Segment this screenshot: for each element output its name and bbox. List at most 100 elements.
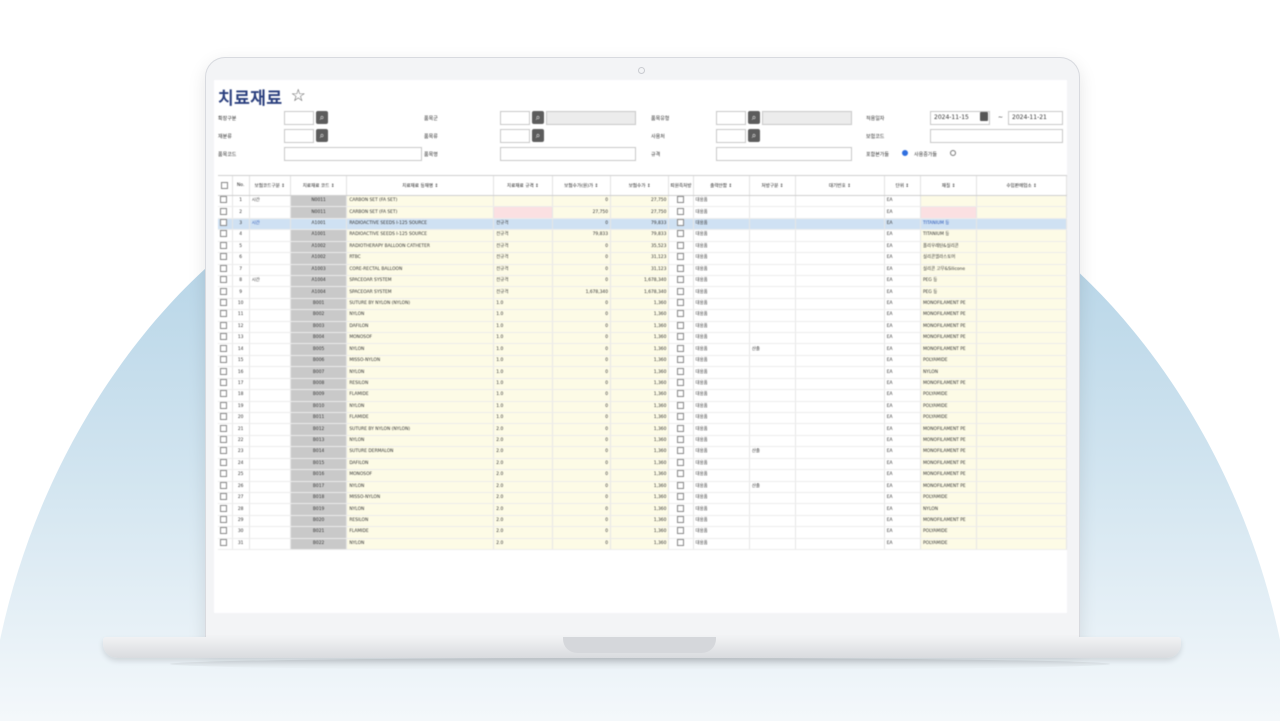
table-row[interactable]: 9 A1004 SPACEOAR SYSTEM 전규격 1,678,340 1,678,3… [218, 286, 1067, 299]
cell-out[interactable]: 대용품 [693, 229, 750, 242]
cell-code[interactable]: A1003 [290, 264, 348, 276]
cell-proc[interactable] [749, 515, 797, 528]
cell-wait[interactable] [795, 206, 885, 219]
cell-kind[interactable] [249, 412, 291, 425]
row-checkbox[interactable] [668, 298, 694, 311]
cell-wait[interactable] [795, 229, 885, 242]
cell-vendor[interactable] [976, 423, 1067, 436]
checkbox-icon[interactable] [677, 458, 685, 466]
cell-kind[interactable] [249, 389, 291, 402]
row-checkbox[interactable] [668, 218, 694, 231]
cell-spec[interactable]: 2.0 [493, 446, 553, 459]
cell-unit[interactable]: EA [884, 378, 921, 391]
cell-wait[interactable] [795, 241, 885, 254]
cell-kind[interactable] [249, 286, 291, 299]
cell-vendor[interactable] [976, 332, 1067, 345]
cell-name[interactable]: DAFILON [346, 458, 495, 471]
cell-proc[interactable] [749, 309, 797, 322]
cell-mat[interactable]: MONOFILAMENT PE [920, 446, 978, 459]
cell-vendor[interactable] [976, 492, 1067, 505]
cell-wait[interactable] [795, 423, 885, 436]
cell-wait[interactable] [795, 378, 885, 391]
cell-price[interactable]: 1,360 [610, 423, 670, 436]
cell-out[interactable]: 대용품 [693, 218, 750, 231]
checkbox-icon[interactable] [220, 207, 227, 215]
checkbox-icon[interactable] [677, 230, 685, 238]
cell-no[interactable]: 28 [232, 503, 250, 516]
cell-mat[interactable]: POLYAMIDE [920, 412, 978, 425]
row-checkbox[interactable] [218, 458, 233, 471]
cell-price[interactable]: 1,360 [610, 412, 670, 425]
cell-kind[interactable] [249, 469, 291, 482]
checkbox-icon[interactable] [220, 516, 227, 524]
cell-kind[interactable] [249, 378, 291, 391]
cell-no[interactable]: 7 [232, 264, 250, 276]
cell-name[interactable]: NYLON [346, 401, 495, 414]
cell-unit[interactable]: EA [884, 458, 921, 471]
table-row[interactable]: 6 A1002 RTBC 전규격 0 31,123 대용품 EA 실리콘엘라스토머 [218, 252, 1067, 265]
cell-name[interactable]: NYLON [346, 503, 495, 516]
cell-unit[interactable]: EA [884, 366, 921, 379]
cell-out[interactable]: 대용품 [693, 503, 750, 516]
cell-vendor[interactable] [976, 195, 1067, 208]
cell-out[interactable]: 대용품 [693, 195, 750, 208]
cell-wait[interactable] [795, 321, 885, 334]
cell-name[interactable]: CORE-RECTAL BALLOON [346, 264, 495, 276]
in-use-radio[interactable] [950, 150, 956, 156]
cell-wait[interactable] [795, 526, 885, 539]
cell-proc[interactable] [749, 412, 797, 425]
cell-code[interactable]: B013 [290, 435, 348, 448]
checkbox-icon[interactable] [677, 344, 685, 352]
cell-unit[interactable]: EA [884, 469, 921, 482]
row-checkbox[interactable] [218, 423, 233, 436]
cell-kind[interactable] [249, 481, 291, 493]
cell-proc[interactable] [749, 298, 797, 311]
row-checkbox[interactable] [218, 321, 233, 334]
row-checkbox[interactable] [218, 446, 233, 459]
table-row[interactable]: 23 B014 SUTURE DERMALON 2.0 0 1,360 대용품 산출 EA MON… [218, 446, 1067, 459]
cell-kind[interactable] [249, 206, 291, 219]
cell-name[interactable]: RADIOACTIVE SEEDS I-125 SOURCE [346, 218, 495, 231]
cell-vendor[interactable] [976, 241, 1067, 254]
cell-spec[interactable]: 1.0 [493, 412, 553, 425]
cell-vendor[interactable] [976, 378, 1067, 391]
cell-spec[interactable]: 2.0 [493, 492, 553, 505]
cell-no[interactable]: 23 [232, 446, 250, 459]
cell-spec[interactable]: 1.0 [493, 321, 553, 334]
cell-no[interactable]: 21 [232, 423, 250, 436]
cell-spec[interactable]: 1.0 [493, 378, 553, 391]
cell-no[interactable]: 18 [232, 389, 250, 402]
cell-mat[interactable]: NYLON [920, 503, 978, 516]
row-checkbox[interactable] [668, 435, 694, 448]
cell-proc[interactable] [749, 366, 797, 379]
row-checkbox[interactable] [218, 401, 233, 414]
table-row[interactable]: 18 B009 FLAMIDE 1.0 0 1,360 대용품 EA POLYAMIDE [218, 389, 1067, 402]
cell-vendor[interactable] [976, 286, 1067, 299]
cell-out[interactable]: 대용품 [693, 275, 750, 288]
cell-no[interactable]: 11 [232, 309, 250, 322]
row-checkbox[interactable] [218, 195, 233, 208]
cell-no[interactable]: 8 [232, 275, 250, 288]
select-all-checkbox[interactable] [218, 176, 233, 196]
cell-no[interactable]: 2 [232, 206, 250, 219]
row-checkbox[interactable] [218, 298, 233, 311]
cell-vendor[interactable] [976, 458, 1067, 471]
checkbox-icon[interactable] [677, 504, 685, 512]
cell-name[interactable]: SUTURE DERMALON [346, 446, 495, 459]
cell-wait[interactable] [795, 515, 885, 528]
cell-proc[interactable] [749, 321, 797, 334]
cell-spec[interactable]: 1.0 [493, 309, 553, 322]
cell-base[interactable]: 0 [552, 538, 612, 551]
cell-unit[interactable]: EA [884, 298, 921, 311]
table-row[interactable]: 12 B003 DAFILON 1.0 0 1,360 대용품 EA MONOFILAMENT … [218, 321, 1067, 334]
cell-unit[interactable]: EA [884, 206, 921, 219]
item-class-input[interactable] [500, 129, 530, 143]
table-row[interactable]: 21 B012 SUTURE BY NYLON (NYLON) 2.0 0 1,360 대용… [218, 423, 1067, 436]
cell-wait[interactable] [795, 435, 885, 448]
cell-mat[interactable]: MONOFILAMENT PE [920, 378, 978, 391]
cell-price[interactable]: 35,523 [610, 241, 670, 254]
item-code-input[interactable] [284, 147, 422, 161]
cell-mat[interactable]: NYLON [920, 366, 978, 379]
cell-name[interactable]: CARBON SET (FA SET) [346, 195, 495, 208]
item-name-input[interactable] [500, 147, 636, 161]
